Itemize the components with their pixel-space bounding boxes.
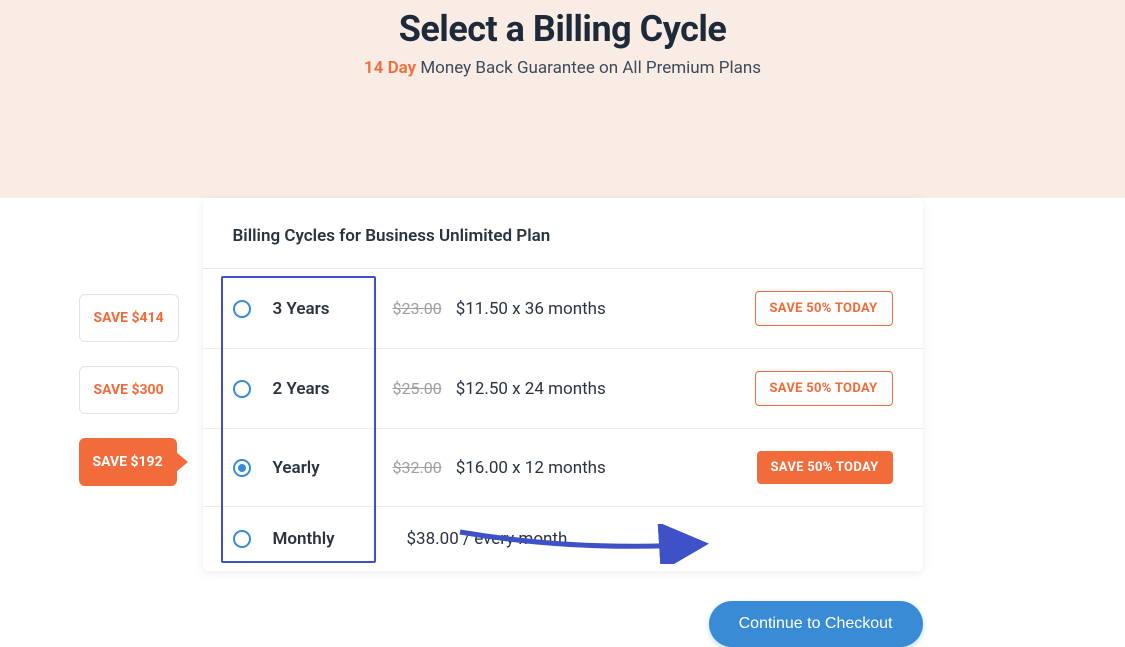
radio-3y[interactable] [233,300,251,318]
side-tag-3y: SAVE $414 [79,294,188,342]
strike-price-3y: $23.00 [393,299,442,318]
save-badge-3y: SAVE 50% TODAY [755,291,893,326]
strike-price-2y: $25.00 [393,379,442,398]
plan-label-1m: Monthly [273,529,393,549]
radio-1y[interactable] [233,459,251,477]
subtitle-rest: Money Back Guarantee on All Premium Plan… [420,58,761,78]
billing-rows: 3 Years $23.00 $11.50 x 36 months SAVE 5… [203,269,923,571]
save-badge-2y: SAVE 50% TODAY [755,371,893,406]
side-tag-2y: SAVE $300 [79,366,188,414]
panel-heading: Billing Cycles for Business Unlimited Pl… [233,226,551,246]
billing-option-2y[interactable]: 2 Years $25.00 $12.50 x 24 months SAVE 5… [203,349,923,429]
side-tag-3y-label: SAVE $414 [79,294,179,342]
strike-price-1y: $32.00 [393,458,442,477]
price-1y: $16.00 x 12 months [456,458,606,478]
billing-option-3y[interactable]: 3 Years $23.00 $11.50 x 36 months SAVE 5… [203,269,923,349]
side-tag-2y-label: SAVE $300 [79,366,179,414]
billing-option-1y[interactable]: Yearly $32.00 $16.00 x 12 months SAVE 50… [203,429,923,507]
panel-header: Billing Cycles for Business Unlimited Pl… [203,198,923,269]
page-title: Select a Billing Cycle [0,8,1125,50]
plan-label-3y: 3 Years [273,299,393,319]
prices-1m: $38.00 / every month [393,529,893,549]
radio-dot-icon [238,464,246,472]
side-tag-1y: SAVE $192 [79,438,188,486]
price-1m: $38.00 / every month [407,529,568,549]
billing-option-1m[interactable]: Monthly $38.00 / every month [203,507,923,571]
plan-label-2y: 2 Years [273,379,393,399]
side-tag-1y-label: SAVE $192 [79,438,177,486]
subtitle-highlight: 14 Day [364,58,416,78]
prices-2y: $25.00 $12.50 x 24 months [393,379,755,399]
continue-checkout-button[interactable]: Continue to Checkout [709,601,923,647]
price-2y: $12.50 x 24 months [456,379,606,399]
plan-label-1y: Yearly [273,458,393,478]
billing-panel: Billing Cycles for Business Unlimited Pl… [203,198,923,571]
radio-2y[interactable] [233,380,251,398]
page-subtitle: 14 Day Money Back Guarantee on All Premi… [0,58,1125,78]
side-tags-container: SAVE $414 SAVE $300 SAVE $192 [79,294,188,510]
price-3y: $11.50 x 36 months [456,299,606,319]
radio-1m[interactable] [233,530,251,548]
prices-3y: $23.00 $11.50 x 36 months [393,299,755,319]
prices-1y: $32.00 $16.00 x 12 months [393,458,757,478]
save-badge-1y: SAVE 50% TODAY [757,451,893,484]
side-tag-arrow-icon [176,452,188,472]
